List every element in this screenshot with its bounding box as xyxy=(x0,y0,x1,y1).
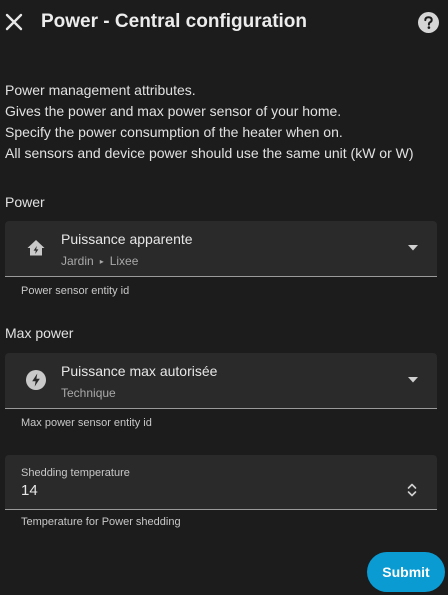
context-separator: ▸ xyxy=(99,256,104,266)
config-dialog: Power - Central configuration Power mana… xyxy=(0,0,448,595)
power-helper-text: Power sensor entity id xyxy=(21,285,130,297)
shedding-temperature-field[interactable]: Shedding temperature xyxy=(5,455,437,510)
description-line: Gives the power and max power sensor of … xyxy=(5,103,342,119)
lightning-circle-icon xyxy=(26,370,46,390)
chevron-down-icon xyxy=(408,377,418,383)
dialog-title: Power - Central configuration xyxy=(41,11,308,32)
home-lightning-icon xyxy=(27,240,45,256)
max-power-section-label: Max power xyxy=(5,325,74,341)
max-power-entity-context: Technique xyxy=(61,386,116,400)
max-power-entity-name: Puissance max autorisée xyxy=(61,363,218,379)
shedding-helper-text: Temperature for Power shedding xyxy=(21,516,181,528)
description-line: Power management attributes. xyxy=(5,82,196,98)
description-line: All sensors and device power should use … xyxy=(5,145,414,161)
max-power-helper-text: Max power sensor entity id xyxy=(21,417,152,429)
power-entity-context: Jardin ▸ Lixee xyxy=(61,254,138,268)
power-entity-name: Puissance apparente xyxy=(61,231,193,247)
description-text: Power management attributes. Gives the p… xyxy=(5,80,414,164)
power-entity-select[interactable]: Puissance apparente Jardin ▸ Lixee xyxy=(5,221,437,277)
description-line: Specify the power consumption of the hea… xyxy=(5,124,343,140)
max-power-entity-area: Technique xyxy=(61,386,116,400)
power-section-label: Power xyxy=(5,194,45,210)
chevron-down-icon xyxy=(408,245,418,251)
help-circle-icon[interactable] xyxy=(418,12,439,33)
max-power-entity-select[interactable]: Puissance max autorisée Technique xyxy=(5,353,437,409)
shedding-temperature-input[interactable] xyxy=(21,482,321,499)
close-icon[interactable] xyxy=(3,11,25,33)
number-spinner-icon[interactable] xyxy=(405,481,419,499)
dialog-header: Power - Central configuration xyxy=(0,0,448,46)
shedding-temperature-label: Shedding temperature xyxy=(21,467,130,479)
submit-button[interactable]: Submit xyxy=(367,552,445,592)
power-entity-area: Jardin xyxy=(61,254,94,268)
power-entity-device: Lixee xyxy=(109,254,139,268)
